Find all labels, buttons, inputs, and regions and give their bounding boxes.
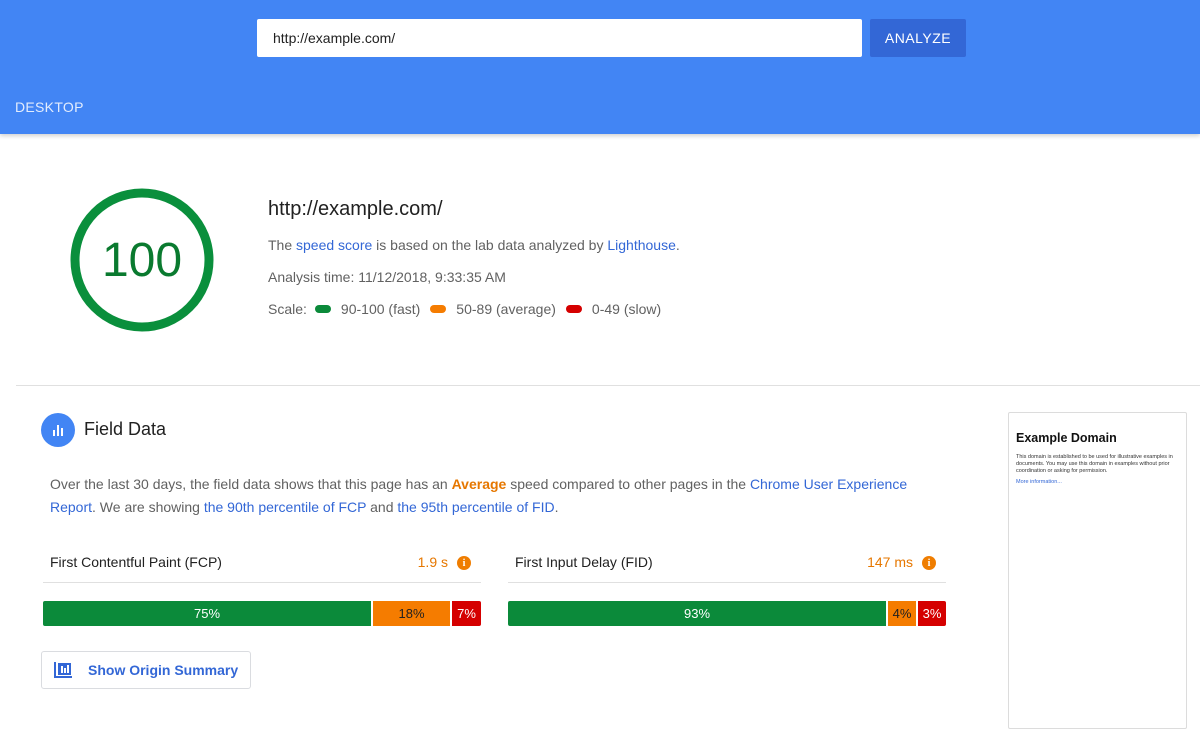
distribution-segment-fast: 93% bbox=[508, 601, 886, 626]
fd-text-2: speed compared to other pages in the bbox=[506, 476, 750, 492]
field-data-description: Over the last 30 days, the field data sh… bbox=[50, 473, 950, 519]
fid-info-icon[interactable]: i bbox=[922, 556, 936, 570]
show-origin-summary-label: Show Origin Summary bbox=[88, 662, 239, 678]
fd-text-1: Over the last 30 days, the field data sh… bbox=[50, 476, 452, 492]
fid-percentile-link[interactable]: the 95th percentile of FID bbox=[397, 499, 554, 515]
scale-average-pill bbox=[430, 305, 447, 313]
score-desc-prefix: The bbox=[268, 237, 297, 253]
scale-label: Scale: bbox=[268, 301, 307, 317]
score-desc-mid: is based on the lab data analyzed by bbox=[372, 237, 608, 253]
fcp-rule bbox=[43, 582, 481, 583]
page-screenshot-thumbnail: Example Domain This domain is establishe… bbox=[1008, 412, 1187, 729]
scale-average-label: 50-89 (average) bbox=[456, 301, 556, 317]
score-description: The speed score is based on the lab data… bbox=[268, 237, 680, 253]
scale-fast-pill bbox=[314, 305, 331, 313]
origin-summary-icon bbox=[54, 662, 72, 678]
fcp-metric-value: 1.9 s bbox=[417, 554, 448, 570]
scale-fast-label: 90-100 (fast) bbox=[340, 301, 421, 317]
distribution-segment-slow: 7% bbox=[450, 601, 481, 626]
thumbnail-link: More information... bbox=[1016, 479, 1062, 485]
score-desc-suffix: . bbox=[675, 237, 680, 253]
scale-slow-label: 0-49 (slow) bbox=[591, 301, 662, 317]
score-value: 100 bbox=[101, 233, 183, 287]
fid-metric-label: First Input Delay (FID) bbox=[515, 554, 653, 570]
bar-chart-icon bbox=[41, 413, 75, 447]
top-bar: ANALYZE DESKTOP bbox=[0, 0, 1200, 134]
analyzed-url: http://example.com/ bbox=[268, 198, 443, 220]
fd-text-3: . We are showing bbox=[92, 499, 204, 515]
thumbnail-body: This domain is established to be used fo… bbox=[1016, 454, 1173, 474]
field-data-title: Field Data bbox=[84, 419, 167, 439]
fcp-distribution-bar: 75% 18% 7% bbox=[43, 601, 481, 626]
fid-metric-value: 147 ms bbox=[867, 554, 913, 570]
tab-desktop[interactable]: DESKTOP bbox=[15, 99, 84, 115]
distribution-segment-avg: 18% bbox=[371, 601, 450, 626]
fd-text-4: and bbox=[366, 499, 398, 515]
speed-score-link[interactable]: speed score bbox=[296, 237, 372, 253]
distribution-segment-avg: 4% bbox=[886, 601, 916, 626]
analysis-time: Analysis time: 11/12/2018, 9:33:35 AM bbox=[268, 269, 506, 285]
fcp-percentile-link[interactable]: the 90th percentile of FCP bbox=[204, 499, 366, 515]
scale-slow-pill bbox=[565, 305, 582, 313]
average-speed-label: Average bbox=[451, 476, 507, 492]
fid-rule bbox=[508, 582, 946, 583]
fcp-metric-label: First Contentful Paint (FCP) bbox=[50, 554, 222, 570]
distribution-segment-fast: 75% bbox=[43, 601, 371, 626]
fid-distribution-bar: 93% 4% 3% bbox=[508, 601, 946, 626]
analyze-button[interactable]: ANALYZE bbox=[870, 19, 966, 57]
thumbnail-title: Example Domain bbox=[1016, 431, 1117, 445]
show-origin-summary-button[interactable]: Show Origin Summary bbox=[41, 651, 251, 689]
distribution-segment-slow: 3% bbox=[916, 601, 946, 626]
fcp-info-icon[interactable]: i bbox=[457, 556, 471, 570]
section-divider bbox=[16, 385, 1200, 386]
score-scale: Scale: 90-100 (fast) 50-89 (average) 0-4… bbox=[268, 300, 663, 318]
fd-text-5: . bbox=[554, 499, 559, 515]
lighthouse-link[interactable]: Lighthouse bbox=[607, 237, 676, 253]
url-input[interactable] bbox=[257, 19, 862, 57]
